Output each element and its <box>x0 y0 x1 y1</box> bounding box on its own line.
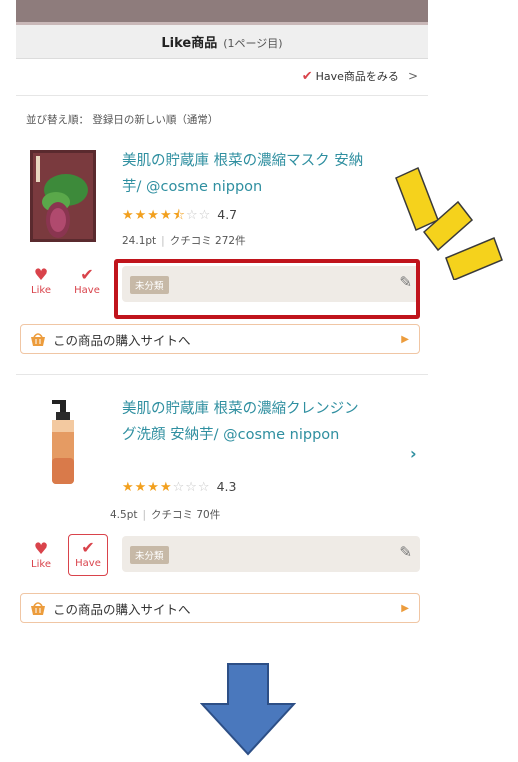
rating-value: 4.3 <box>216 479 237 494</box>
heart-icon: ♥ <box>33 539 49 558</box>
chevron-right-icon[interactable]: › <box>410 444 417 463</box>
checkmark-icon: ✔ <box>301 68 313 84</box>
points: 24.1pt <box>122 235 157 247</box>
have-items-link[interactable]: ✔ Have商品をみる > <box>302 68 418 84</box>
like-button[interactable]: ♥ Like <box>22 536 60 576</box>
sparkle-icon <box>395 166 503 280</box>
mypage-panel: Like商品 (1ページ目) ✔ Have商品をみる > 並び替え順： 登録日の新… <box>16 0 428 652</box>
like-label: Like <box>31 559 51 570</box>
product-brand: / @cosme nippon <box>136 179 263 195</box>
page-title: Like商品 <box>161 36 218 51</box>
like-button[interactable]: ♥ Like <box>22 262 60 302</box>
meta-separator: | <box>142 509 147 521</box>
page-header: Like商品 (1ページ目) <box>16 25 428 59</box>
product-thumbnail-mask[interactable] <box>30 150 96 242</box>
product-title-link[interactable]: 美肌の貯蔵庫 根菜の濃縮マスク 安納芋/ @cosme nippon <box>122 148 372 200</box>
star-empty-icons: ☆☆ <box>185 208 212 223</box>
divider <box>16 95 428 96</box>
have-label: Have <box>74 285 100 296</box>
page-subtitle: (1ページ目) <box>223 37 283 50</box>
star-filled-icons: ★★★★ <box>122 480 173 495</box>
down-arrow-icon <box>200 663 296 756</box>
rating-value: 4.7 <box>217 207 238 222</box>
pencil-icon[interactable]: ✎ <box>399 543 412 561</box>
divider <box>16 374 428 375</box>
memo-field[interactable]: 未分類 ✎ <box>122 536 420 572</box>
rating-stars: ★★★★☆☆☆ 4.3 <box>122 479 236 495</box>
sort-value: 登録日の新しい順（通常） <box>92 114 219 126</box>
points: 4.5pt <box>110 509 138 521</box>
review-count[interactable]: クチコミ 272件 <box>170 235 246 247</box>
buy-site-button[interactable]: この商品の購入サイトへ ▶ <box>20 593 420 623</box>
sort-order[interactable]: 並び替え順： 登録日の新しい順（通常） <box>26 112 218 127</box>
rating-stars: ★★★★⯪☆☆ 4.7 <box>122 206 237 228</box>
product-meta: 24.1pt | クチコミ 272件 <box>122 233 246 248</box>
heart-icon: ♥ <box>33 265 49 284</box>
sort-label: 並び替え順： <box>26 114 89 126</box>
basket-icon <box>31 601 45 615</box>
have-items-link-label: Have商品をみる <box>315 70 399 83</box>
star-filled-icons: ★★★★⯪ <box>122 208 186 223</box>
product-thumbnail-cleanser[interactable] <box>30 398 96 490</box>
play-arrow-icon: ▶ <box>401 333 409 345</box>
review-count[interactable]: クチコミ 70件 <box>151 509 220 521</box>
like-label: Like <box>31 285 51 296</box>
product-title-link[interactable]: 美肌の貯蔵庫 根菜の濃縮クレンジング洗顔 安納芋/ @cosme nippon <box>122 396 372 448</box>
have-button[interactable]: ✔ Have <box>68 262 106 302</box>
checkmark-icon: ✔ <box>80 265 94 284</box>
meta-separator: | <box>161 235 165 247</box>
buy-site-label: この商品の購入サイトへ <box>53 601 191 617</box>
product-brand: / @cosme nippon <box>213 427 340 443</box>
chevron-right-icon: > <box>407 69 418 83</box>
highlight-box <box>114 259 420 319</box>
memo-category-tag: 未分類 <box>130 546 169 564</box>
have-button[interactable]: ✔ Have <box>68 534 108 576</box>
have-label: Have <box>75 558 101 569</box>
play-arrow-icon: ▶ <box>401 602 409 614</box>
buy-site-button[interactable]: この商品の購入サイトへ ▶ <box>20 324 420 354</box>
checkmark-icon: ✔ <box>81 538 95 557</box>
top-image-strip <box>16 0 428 25</box>
basket-icon <box>31 332 45 346</box>
product-meta: 4.5pt | クチコミ 70件 <box>110 507 220 522</box>
star-empty-icons: ☆☆☆ <box>172 480 211 495</box>
buy-site-label: この商品の購入サイトへ <box>53 332 191 348</box>
